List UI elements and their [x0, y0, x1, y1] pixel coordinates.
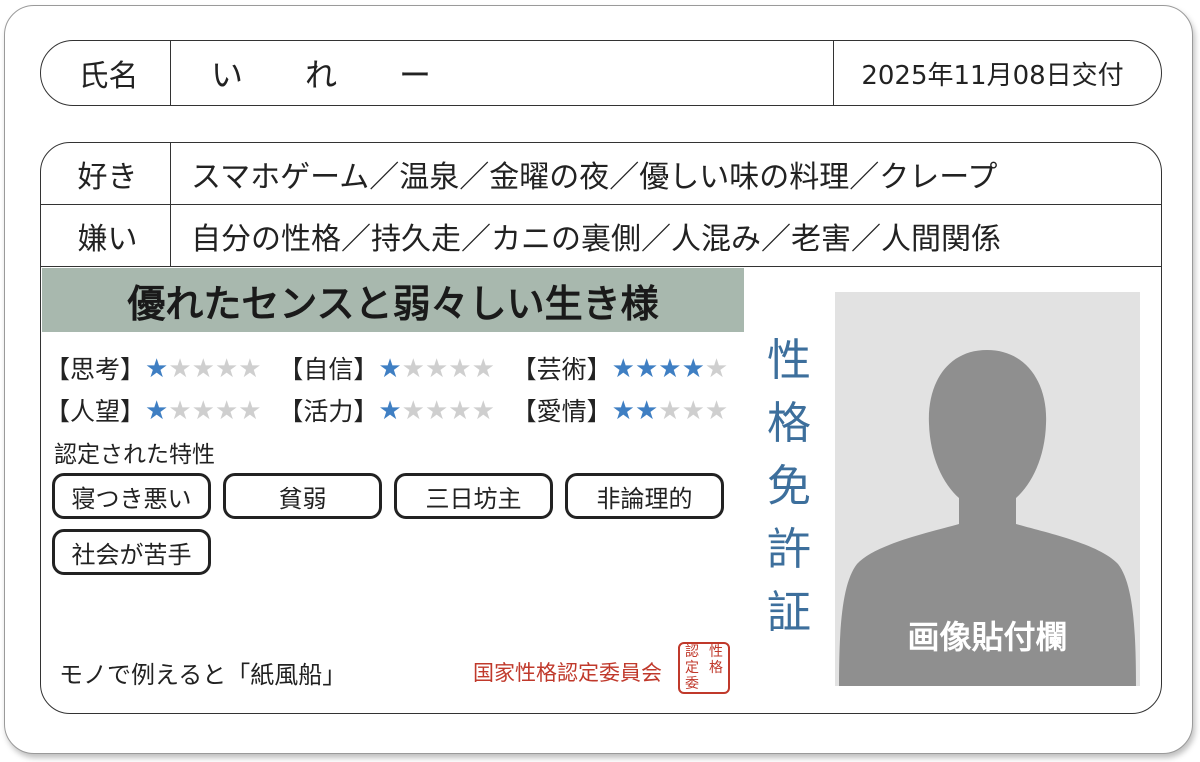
star-empty-icon: ★: [214, 395, 239, 426]
star-filled-icon: ★: [145, 353, 169, 384]
star-empty-icon: ★: [424, 395, 449, 426]
stats-row: 【思考】 ★★★★★ 【自信】 ★★★★★ 【芸術】 ★★★★★: [45, 347, 745, 389]
stat-item: 【思考】 ★★★★★: [45, 350, 278, 386]
star-filled-icon: ★: [658, 353, 682, 384]
stats-grid: 【思考】 ★★★★★ 【自信】 ★★★★★ 【芸術】 ★★★★★ 【人望】 ★★…: [45, 347, 745, 431]
star-filled-icon: ★: [611, 353, 635, 384]
metaphor-text: モノで例えると「紙風船」: [59, 661, 347, 689]
stat-item: 【自信】 ★★★★★: [278, 350, 511, 386]
stat-item: 【活力】 ★★★★★: [278, 392, 511, 428]
trait-badge: 三日坊主: [394, 473, 553, 519]
seal-char: 委: [685, 676, 699, 692]
stat-item: 【芸術】 ★★★★★: [512, 350, 745, 386]
star-empty-icon: ★: [704, 353, 729, 384]
star-empty-icon: ★: [448, 395, 472, 426]
committee-name: 国家性格認定委員会: [473, 661, 662, 685]
name-row: 氏名 いれー 2025年11月08日交付: [40, 40, 1162, 106]
stat-label: 【愛情】: [511, 397, 612, 426]
photo-area: 画像貼付欄: [835, 292, 1140, 686]
trait-badge: 寝つき悪い: [52, 473, 211, 519]
star-empty-icon: ★: [238, 353, 262, 384]
star-rating: ★★★★★: [612, 354, 729, 383]
star-filled-icon: ★: [634, 353, 659, 384]
trait-badge: 社会が苦手: [52, 529, 211, 575]
stat-label: 【芸術】: [511, 355, 612, 384]
star-filled-icon: ★: [611, 395, 635, 426]
star-empty-icon: ★: [681, 395, 705, 426]
star-empty-icon: ★: [191, 353, 215, 384]
personality-banner: 優れたセンスと弱々しい生き様: [42, 268, 744, 332]
star-empty-icon: ★: [401, 353, 425, 384]
dislikes-row: 嫌い 自分の性格／持久走／カニの裏側／人混み／老害／人間関係: [41, 205, 1161, 267]
star-rating: ★★★★★: [378, 396, 495, 425]
star-rating: ★★★★★: [145, 396, 262, 425]
seal-char: 認: [685, 644, 699, 660]
trait-badge: 非論理的: [565, 473, 724, 519]
star-empty-icon: ★: [214, 353, 239, 384]
star-rating: ★★★★★: [378, 354, 495, 383]
likes-row: 好き スマホゲーム／温泉／金曜の夜／優しい味の料理／クレープ: [41, 143, 1161, 205]
star-empty-icon: ★: [168, 395, 192, 426]
license-title-char: 性: [767, 335, 811, 386]
stat-item: 【人望】 ★★★★★: [45, 392, 278, 428]
license-title-char: 証: [767, 587, 811, 638]
trait-badges: 寝つき悪い 貧弱 三日坊主 非論理的 社会が苦手: [52, 473, 752, 575]
star-filled-icon: ★: [681, 353, 705, 384]
name-value: いれー: [211, 56, 494, 94]
issue-date: 2025年11月08日交付: [833, 41, 1161, 105]
seal-char: 性: [709, 644, 723, 660]
star-empty-icon: ★: [424, 353, 449, 384]
license-title: 性格免許証: [759, 329, 819, 644]
star-rating: ★★★★★: [145, 354, 262, 383]
dislikes-label: 嫌い: [41, 205, 171, 266]
star-empty-icon: ★: [448, 353, 472, 384]
photo-caption: 画像貼付欄: [907, 618, 1068, 656]
star-empty-icon: ★: [401, 395, 425, 426]
stat-label: 【人望】: [45, 397, 146, 426]
star-filled-icon: ★: [145, 395, 169, 426]
star-filled-icon: ★: [378, 395, 402, 426]
star-empty-icon: ★: [658, 395, 682, 426]
seal-char: [704, 676, 728, 692]
trait-badge: 貧弱: [223, 473, 382, 519]
star-rating: ★★★★★: [612, 396, 729, 425]
star-filled-icon: ★: [378, 353, 402, 384]
name-label: 氏名: [41, 41, 171, 105]
stat-label: 【思考】: [45, 355, 146, 384]
committee-seal: 認定委性格: [678, 642, 730, 694]
dislikes-value: 自分の性格／持久走／カニの裏側／人混み／老害／人間関係: [191, 221, 1001, 257]
stat-label: 【自信】: [278, 355, 379, 384]
stat-item: 【愛情】 ★★★★★: [512, 392, 745, 428]
seal-char: 定: [685, 660, 699, 676]
stats-row: 【人望】 ★★★★★ 【活力】 ★★★★★ 【愛情】 ★★★★★: [45, 389, 745, 431]
likes-value: スマホゲーム／温泉／金曜の夜／優しい味の料理／クレープ: [191, 159, 998, 195]
star-empty-icon: ★: [168, 353, 192, 384]
stat-label: 【活力】: [278, 397, 379, 426]
likes-label: 好き: [41, 143, 171, 204]
traits-title: 認定された特性: [54, 442, 215, 468]
star-filled-icon: ★: [634, 395, 659, 426]
star-empty-icon: ★: [471, 395, 495, 426]
star-empty-icon: ★: [471, 353, 495, 384]
seal-char: 格: [709, 660, 723, 676]
license-title-char: 免: [767, 461, 811, 512]
license-title-char: 格: [767, 398, 811, 449]
star-empty-icon: ★: [704, 395, 729, 426]
license-title-char: 許: [767, 524, 811, 575]
main-panel: 好き スマホゲーム／温泉／金曜の夜／優しい味の料理／クレープ 嫌い 自分の性格／…: [40, 142, 1162, 714]
star-empty-icon: ★: [191, 395, 215, 426]
star-empty-icon: ★: [238, 395, 262, 426]
